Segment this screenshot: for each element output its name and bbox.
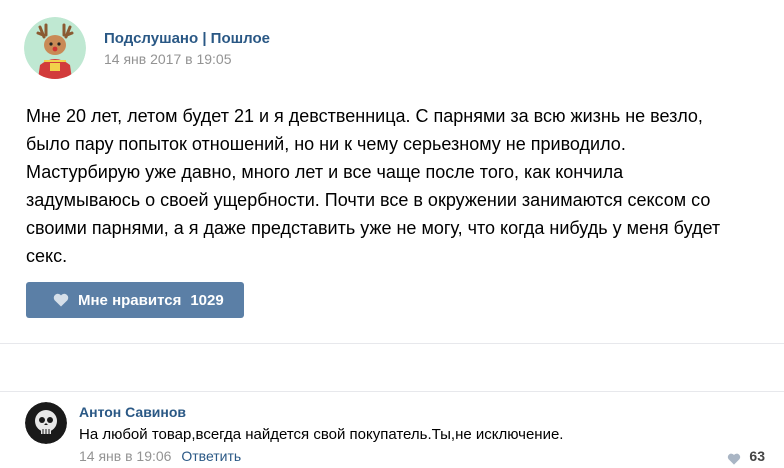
- comment-like-count: 63: [749, 448, 765, 464]
- vk-post-page: Подслушано | Пошлое 14 янв 2017 в 19:05 …: [0, 0, 784, 468]
- comment-author-link[interactable]: Антон Савинов: [79, 403, 186, 421]
- post-author-meta: Подслушано | Пошлое 14 янв 2017 в 19:05: [104, 29, 270, 69]
- comment-item: Антон Савинов На любой товар,всегда найд…: [25, 402, 765, 468]
- post-text-line: было пару попыток отношений, но ни к чем…: [26, 134, 626, 154]
- comment-text: На любой товар,всегда найдется свой поку…: [79, 426, 564, 443]
- post-text-line: Мне 20 лет, летом будет 21 и я девственн…: [26, 106, 703, 126]
- like-button[interactable]: Мне нравится 1029: [26, 282, 244, 318]
- heart-icon: [53, 293, 69, 307]
- comment-footer: 14 янв в 19:06 Ответить: [79, 446, 241, 466]
- comment-like-button[interactable]: 63: [727, 446, 765, 466]
- post-author-link[interactable]: Подслушано | Пошлое: [104, 29, 270, 49]
- heart-icon: [727, 450, 741, 465]
- comment-date[interactable]: 14 янв в 19:06: [79, 448, 171, 464]
- post-header: Подслушано | Пошлое 14 янв 2017 в 19:05: [24, 17, 270, 79]
- post-text-line: секс.: [26, 246, 68, 266]
- commenter-avatar[interactable]: [25, 402, 67, 444]
- comments-separator: [0, 343, 784, 392]
- post-date[interactable]: 14 янв 2017 в 19:05: [104, 49, 270, 69]
- like-count: 1029: [190, 291, 224, 309]
- reply-link[interactable]: Ответить: [181, 448, 241, 464]
- post-text-line: своими парнями, а я даже представить уже…: [26, 218, 721, 238]
- community-avatar[interactable]: [24, 17, 86, 79]
- post-text: Мне 20 лет, летом будет 21 и я девственн…: [26, 102, 766, 270]
- post-text-line: Мастурбирую уже давно, много лет и все ч…: [26, 162, 624, 182]
- like-label: Мне нравится: [78, 291, 182, 309]
- post-text-line: задумываюсь о своей ущербности. Почти вс…: [26, 190, 711, 210]
